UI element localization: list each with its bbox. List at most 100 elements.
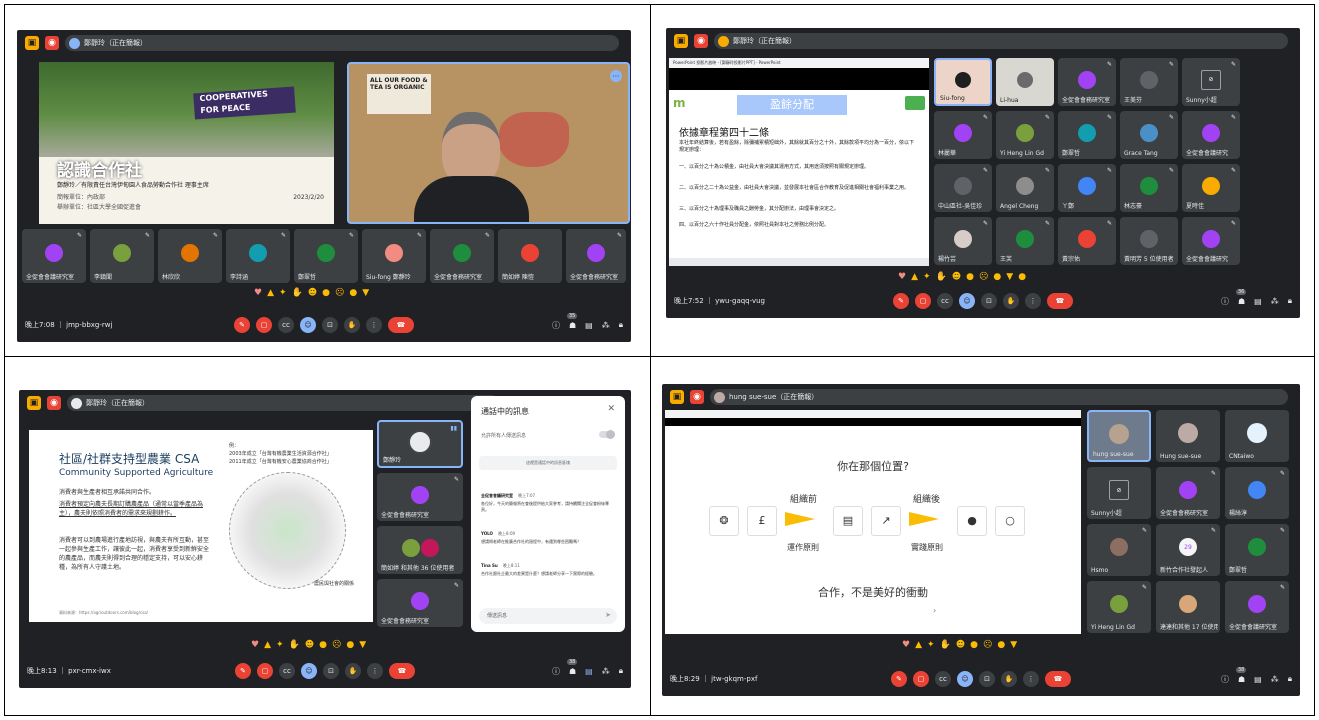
participant-tile[interactable]: Hung sue-sue [1156,410,1220,462]
participant-tile[interactable]: 黃明芳 5 位使用者 [1120,217,1178,265]
participant-tile[interactable]: ⊘ ✎ Sunny小超 [1182,58,1240,106]
thumbs-up-reaction-icon[interactable]: ▲ [264,640,271,650]
present-icon[interactable]: ▣ [27,396,41,410]
activities-icon[interactable]: ⁂ [602,321,610,330]
participant-tile[interactable]: ✎ 鄭翠哲 [1225,524,1289,576]
clap-reaction-icon[interactable]: ✋ [940,640,951,650]
chat-icon[interactable]: ▤ [1254,675,1262,684]
participant-tile[interactable]: ✎ 夏時佳 [1182,164,1240,212]
participant-tile[interactable]: Siu-fong [934,58,992,106]
participant-tile[interactable]: ✎ 全促會會務研究室 [377,579,463,627]
mic-toggle-button[interactable]: ✎ [893,293,909,309]
more-options-button[interactable]: ⋮ [366,317,382,333]
camera-toggle-button[interactable]: ▢ [913,671,929,687]
share-screen-button[interactable]: ⊡ [979,671,995,687]
present-button[interactable]: ☺ [957,671,973,687]
participant-tile[interactable]: ✎ 王美芬 [1120,58,1178,106]
participant-tile[interactable]: ✎ 全促會會議研究室 [22,229,86,283]
info-icon[interactable]: ⓘ [552,320,560,331]
thumbs-up-reaction-icon[interactable]: ▲ [915,640,922,650]
participant-tile[interactable]: ✎ 楊絲淳 [1225,467,1289,519]
record-icon[interactable]: ◉ [690,390,704,404]
thumbs-up-reaction-icon[interactable]: ▲ [911,272,918,282]
raise-hand-button[interactable]: ✋ [1003,293,1019,309]
participant-tile[interactable]: ✎ 鄭翠哲 [1058,111,1116,159]
captions-button[interactable]: cc [935,671,951,687]
laugh-reaction-icon[interactable]: ☻ [952,272,961,282]
captions-button[interactable]: cc [278,317,294,333]
heart-reaction-icon[interactable]: ♥ [254,288,262,298]
activities-icon[interactable]: ⁂ [1271,297,1279,306]
sad-reaction-icon[interactable]: ☹ [979,272,988,282]
participant-tile[interactable]: ✎ Grace Tang [1120,111,1178,159]
participant-tile[interactable]: ✎ 王芙 [996,217,1054,265]
raise-hand-button[interactable]: ✋ [344,317,360,333]
participant-tile[interactable]: ✎ 林麗華 [934,111,992,159]
thumbs-down-reaction-icon[interactable]: ▼ [359,640,366,650]
captions-button[interactable]: cc [937,293,953,309]
participant-tile[interactable]: ✎ 中山區社-吳佳珍 [934,164,992,212]
people-icon[interactable]: ☗ 36 [1236,288,1247,306]
people-icon[interactable]: ☗ 38 [567,658,578,676]
participant-tile[interactable]: 簡如婷 和其他 36 位使用者 [377,526,463,574]
chat-icon[interactable]: ▤ [585,667,593,676]
activities-icon[interactable]: ⁂ [602,667,610,676]
laugh-reaction-icon[interactable]: ☻ [308,288,317,298]
participant-tile[interactable]: ✎ 黃宗佑 [1058,217,1116,265]
presenter-pill[interactable]: 鄭靜玲（正在簡報） [65,35,619,51]
participant-tile[interactable]: ✎ 全促會會務研究室 [1058,58,1116,106]
participant-tile[interactable]: ✎ 全促會會務研究室 [566,229,626,283]
present-icon[interactable]: ▣ [670,390,684,404]
camera-toggle-button[interactable]: ▢ [257,663,273,679]
laugh-reaction-icon[interactable]: ☻ [956,640,965,650]
heart-reaction-icon[interactable]: ♥ [902,640,910,650]
participant-tile[interactable]: ▮▮ 鄭靜玲 [377,420,463,468]
participant-tile[interactable]: ✎ 全促會會務研究室 [377,473,463,521]
thumbs-up-reaction-icon[interactable]: ▲ [267,288,274,298]
participant-tile[interactable]: ⊘ Sunny小超 [1087,467,1151,519]
info-icon[interactable]: ⓘ [552,666,560,677]
record-icon[interactable]: ◉ [694,34,708,48]
end-call-button[interactable]: ☎ [1047,293,1073,309]
end-call-button[interactable]: ☎ [389,663,415,679]
surprised-reaction-icon[interactable]: ● [319,640,327,650]
mic-toggle-button[interactable]: ✎ [891,671,907,687]
participant-tile[interactable]: ✎ Angel Cheng [996,164,1054,212]
present-button[interactable]: ☺ [301,663,317,679]
mic-toggle-button[interactable]: ✎ [235,663,251,679]
participant-tile[interactable]: ✎ 全促會會務研究室 [430,229,494,283]
participant-tile[interactable]: ✎ 全促會會議研究室 [1225,581,1289,633]
raise-hand-button[interactable]: ✋ [1001,671,1017,687]
speaker-video[interactable]: ALL OUR FOOD & TEA IS ORGANIC ⋯ [347,62,630,224]
participant-tile[interactable]: hung sue-sue [1087,410,1151,462]
more-options-button[interactable]: ⋮ [367,663,383,679]
heart-reaction-icon[interactable]: ♥ [251,640,259,650]
clap-reaction-icon[interactable]: ✋ [936,272,947,282]
people-icon[interactable]: ☗ 35 [567,312,578,330]
more-options-icon[interactable]: ⋯ [610,70,622,82]
captions-button[interactable]: cc [279,663,295,679]
people-icon[interactable]: ☗ 38 [1236,666,1247,684]
participant-tile[interactable]: ✎ Hsmo [1087,524,1151,576]
participant-tile[interactable]: ✎ 鄭翠哲 [294,229,358,283]
participant-tile[interactable]: ✎ Siu-fong 鄭靜玲 [362,229,426,283]
camera-toggle-button[interactable]: ▢ [256,317,272,333]
party-reaction-icon[interactable]: ✦ [279,288,287,298]
thinking-reaction-icon[interactable]: ● [349,288,357,298]
present-button[interactable]: ☺ [959,293,975,309]
clap-reaction-icon[interactable]: ✋ [289,640,300,650]
participant-tile[interactable]: Li-hua [996,58,1054,106]
presenter-pill[interactable]: hung sue-sue（正在簡報） [710,389,1288,405]
host-controls-icon[interactable]: 🔒︎ [1288,674,1292,684]
chat-icon[interactable]: ▤ [1254,297,1262,306]
party-reaction-icon[interactable]: ✦ [276,640,284,650]
more-options-button[interactable]: ⋮ [1025,293,1041,309]
share-screen-button[interactable]: ⊡ [981,293,997,309]
participant-tile[interactable]: ✎ 李詩涵 [226,229,290,283]
end-call-button[interactable]: ☎ [1045,671,1071,687]
more-options-button[interactable]: ⋮ [1023,671,1039,687]
participant-tile[interactable]: ✎ ㄚ鄭 [1058,164,1116,212]
host-controls-icon[interactable]: 🔒︎ [619,320,623,330]
participant-tile[interactable]: ✎ 全促會會議研究 [1182,111,1240,159]
send-icon[interactable]: ➤ [605,611,611,619]
